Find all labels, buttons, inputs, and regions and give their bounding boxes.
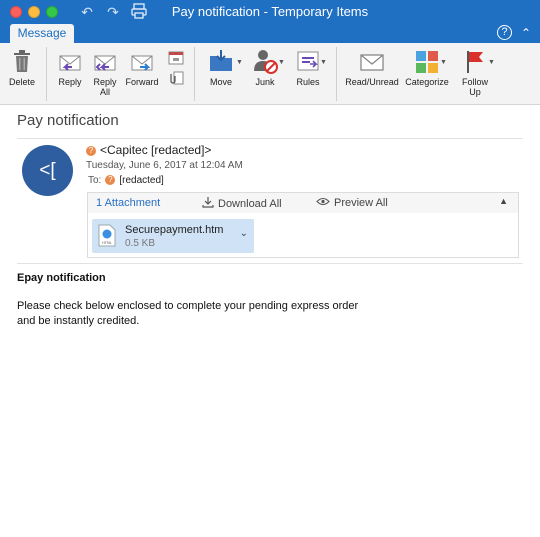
ribbon-tab-row: Message ? ⌃ (0, 24, 540, 43)
window-title: Pay notification - Temporary Items (171, 4, 369, 19)
attachment-file-name: Securepayment.htm (125, 224, 224, 236)
recipient-name[interactable]: [redacted] (119, 175, 163, 186)
attachment-count-toggle[interactable]: 1 Attachment (96, 197, 160, 209)
read-unread-button[interactable]: Read/Unread (342, 47, 402, 87)
reply-all-icon (94, 55, 116, 71)
rules-icon (297, 51, 319, 71)
collapse-attachments-icon[interactable]: ▲ (499, 196, 508, 206)
body-paragraph: Please check below enclosed to complete … (17, 300, 359, 327)
sender-line[interactable]: ? <Capitec [redacted]> (86, 143, 211, 157)
attachment-panel: 1 Attachment Download All Preview All ▲ … (87, 192, 519, 258)
unknown-recipient-icon: ? (105, 175, 116, 185)
attachment-file[interactable]: HTML Securepayment.htm 0.5 KB ⌄ (92, 219, 254, 253)
attachment-bar: 1 Attachment Download All Preview All ▲ (88, 193, 518, 213)
to-label: To: (88, 175, 102, 186)
forward-icon (131, 55, 153, 71)
rules-dropdown-icon[interactable]: ▼ (320, 59, 327, 66)
delete-button[interactable]: Delete (6, 47, 38, 87)
categorize-icon (416, 51, 438, 73)
html-file-icon: HTML (98, 224, 116, 247)
categorize-dropdown-icon[interactable]: ▼ (440, 59, 447, 66)
move-dropdown-icon[interactable]: ▼ (236, 59, 243, 66)
download-all-button[interactable]: Download All (202, 197, 282, 210)
attachment-file-size: 0.5 KB (125, 238, 156, 249)
divider (17, 138, 523, 139)
junk-icon (254, 50, 278, 74)
junk-dropdown-icon[interactable]: ▼ (278, 59, 285, 66)
message-subject: Pay notification (17, 112, 119, 129)
categorize-button[interactable]: Categorize (404, 47, 450, 87)
junk-button[interactable]: Junk (248, 47, 282, 87)
reply-icon (59, 55, 81, 71)
collapse-ribbon-icon[interactable]: ⌃ (521, 24, 531, 42)
move-button[interactable]: Move (204, 47, 238, 87)
rules-button[interactable]: Rules (292, 47, 324, 87)
svg-text:HTML: HTML (102, 241, 112, 245)
tab-message[interactable]: Message (10, 24, 74, 43)
download-icon (202, 197, 214, 208)
divider (194, 47, 195, 101)
meeting-reply-icon[interactable] (168, 51, 184, 65)
reply-button[interactable]: Reply (54, 47, 86, 87)
sender-name: <Capitec [redacted]> (100, 143, 212, 157)
ribbon-toolbar: Delete Reply Reply All Forward Move ▼ Ju… (0, 43, 540, 105)
forward-button[interactable]: Forward (124, 47, 160, 87)
reply-all-button[interactable]: Reply All (89, 47, 121, 97)
attachment-menu-chevron-icon[interactable]: ⌄ (240, 228, 248, 239)
attachment-action-icon[interactable] (168, 71, 184, 85)
unknown-sender-icon: ? (86, 146, 96, 156)
divider (336, 47, 337, 101)
recipient-line: To:? [redacted] (88, 175, 164, 186)
body-heading: Epay notification (17, 272, 106, 284)
message-date: Tuesday, June 6, 2017 at 12:04 AM (86, 160, 243, 171)
sender-avatar[interactable]: <[ (22, 145, 73, 196)
envelope-icon (360, 54, 384, 71)
help-icon[interactable]: ? (497, 25, 512, 40)
eye-icon (316, 197, 330, 206)
preview-all-button[interactable]: Preview All (316, 197, 388, 209)
divider (17, 263, 523, 264)
trash-icon (14, 50, 30, 72)
follow-up-button[interactable]: Follow Up (456, 47, 494, 97)
title-bar: ↶ ↷ Pay notification - Temporary Items (0, 0, 540, 24)
divider (46, 47, 47, 101)
flag-icon (467, 51, 483, 73)
folder-move-icon (210, 50, 232, 71)
follow-up-dropdown-icon[interactable]: ▼ (488, 59, 495, 66)
